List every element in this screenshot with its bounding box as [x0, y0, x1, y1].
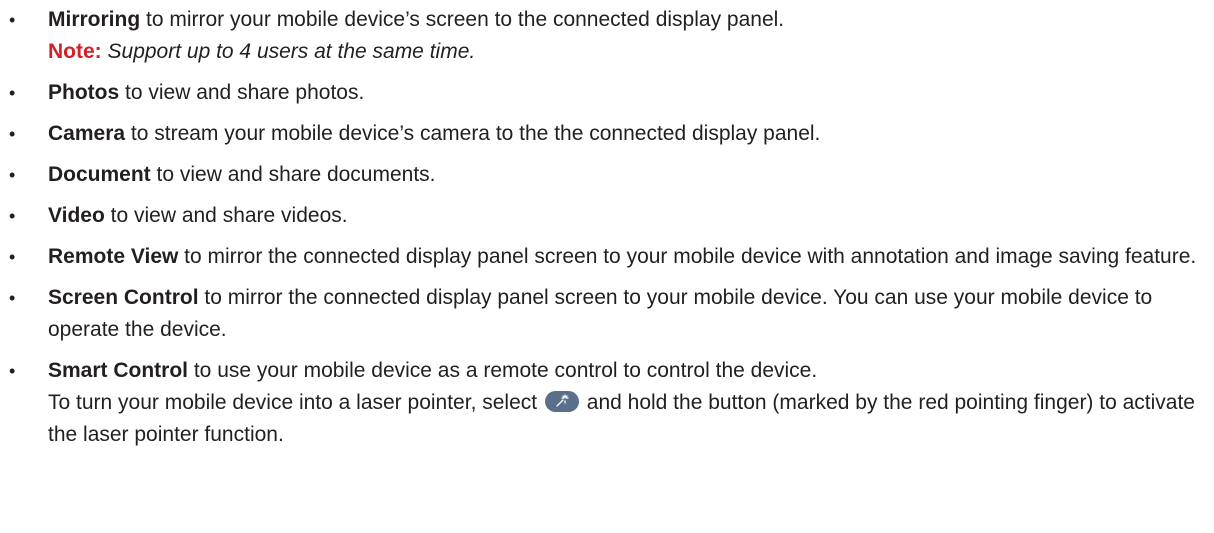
term-document: Document: [48, 163, 151, 186]
bullet: •: [9, 10, 16, 30]
list-item-remote-view: • Remote View to mirror the connected di…: [0, 241, 1214, 273]
description: to view and share documents.: [150, 163, 436, 186]
list-item-video: • Video to view and share videos.: [0, 200, 1214, 232]
note: Note: Support up to 4 users at the same …: [48, 36, 1214, 68]
bullet: •: [9, 361, 16, 381]
description: to mirror your mobile device’s screen to…: [140, 8, 785, 31]
bullet: •: [9, 247, 16, 267]
list-item-smart-control: • Smart Control to use your mobile devic…: [0, 355, 1214, 451]
laser-text-before: To turn your mobile device into a laser …: [48, 391, 543, 414]
description: to mirror the connected display panel sc…: [48, 286, 1153, 341]
term-remote-view: Remote View: [48, 245, 179, 268]
term-photos: Photos: [48, 81, 120, 104]
list-item-screen-control: • Screen Control to mirror the connected…: [0, 282, 1214, 346]
laser-instructions: To turn your mobile device into a laser …: [48, 387, 1214, 451]
term-screen-control: Screen Control: [48, 286, 199, 309]
term-mirroring: Mirroring: [48, 8, 141, 31]
list-item-photos: • Photos to view and share photos.: [0, 77, 1214, 109]
note-text: Support up to 4 users at the same time.: [101, 40, 476, 63]
description: to view and share photos.: [119, 81, 365, 104]
bullet: •: [9, 124, 16, 144]
description: to mirror the connected display panel sc…: [178, 245, 1197, 268]
term-camera: Camera: [48, 122, 126, 145]
list-item-document: • Document to view and share documents.: [0, 159, 1214, 191]
term-smart-control: Smart Control: [48, 359, 189, 382]
list-item-mirroring: • Mirroring to mirror your mobile device…: [0, 4, 1214, 68]
feature-list: • Mirroring to mirror your mobile device…: [0, 0, 1214, 451]
list-item-camera: • Camera to stream your mobile device’s …: [0, 118, 1214, 150]
description: to use your mobile device as a remote co…: [188, 359, 818, 382]
laser-pointer-icon: [544, 390, 579, 412]
bullet: •: [9, 206, 16, 226]
bullet: •: [9, 83, 16, 103]
bullet: •: [9, 165, 16, 185]
description: to view and share videos.: [104, 204, 348, 227]
note-label: Note:: [48, 40, 102, 63]
description: to stream your mobile device’s camera to…: [125, 122, 821, 145]
bullet: •: [9, 288, 16, 308]
term-video: Video: [48, 204, 105, 227]
